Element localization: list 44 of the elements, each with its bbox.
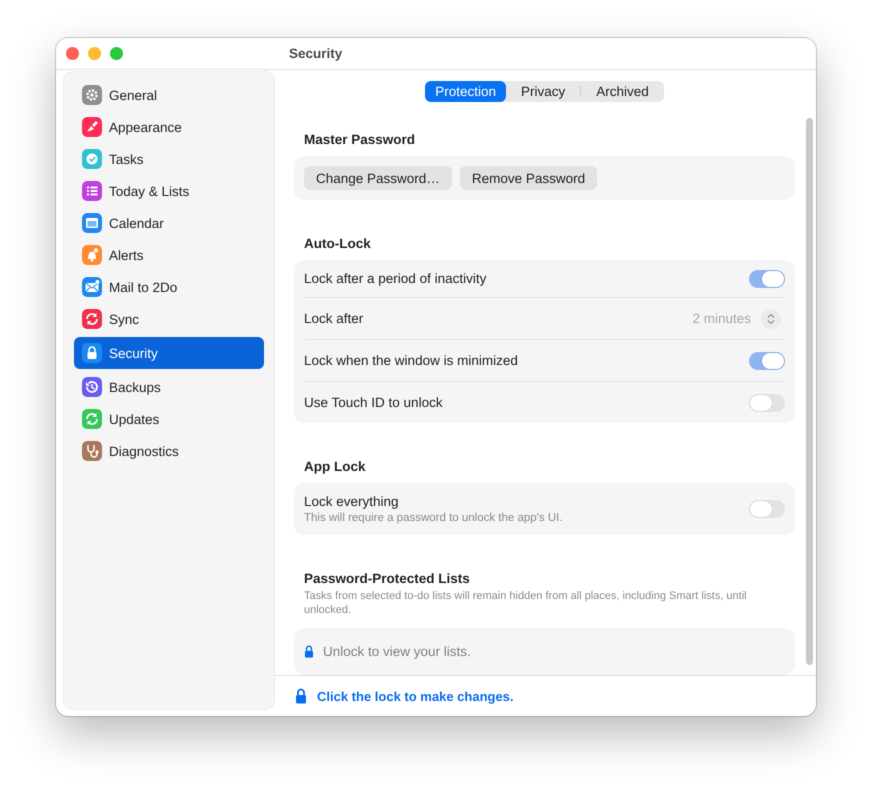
chevron-up-down-icon bbox=[767, 312, 775, 325]
sidebar-item[interactable]: Sync bbox=[74, 305, 264, 333]
minimize-button[interactable] bbox=[88, 47, 101, 60]
toggle-switch[interactable] bbox=[749, 394, 785, 412]
stepper-button[interactable] bbox=[761, 308, 781, 329]
section-title: Master Password bbox=[304, 132, 416, 148]
zoom-button[interactable] bbox=[110, 47, 123, 60]
tab[interactable]: Privacy bbox=[506, 81, 580, 102]
padlock-icon[interactable] bbox=[295, 688, 307, 704]
lock-icon bbox=[304, 645, 314, 658]
toggle-switch[interactable] bbox=[749, 270, 785, 288]
section-title: Auto-Lock bbox=[304, 236, 372, 252]
setting-label: Use Touch ID to unlock bbox=[304, 395, 443, 410]
section-title: App Lock bbox=[304, 459, 367, 474]
sidebar-item[interactable]: Updates bbox=[74, 405, 264, 433]
unlock-link[interactable]: Click the lock to make changes. bbox=[317, 688, 514, 704]
sidebar-item[interactable]: Today & Lists bbox=[74, 177, 264, 205]
sidebar-item[interactable]: Mail to 2Do bbox=[74, 273, 264, 301]
sidebar-item[interactable]: Backups bbox=[74, 373, 264, 401]
setting-note: This will require a password to unlock the app's UI. bbox=[304, 512, 563, 524]
setting-label: Lock when the window is minimized bbox=[304, 353, 518, 368]
stepper-value: 2 minutes bbox=[692, 311, 751, 326]
section-description: Tasks from selected to-do lists will remain hidden from all places, including Smart lists, until unlocked. bbox=[304, 589, 748, 618]
setting-label: Lock everything bbox=[304, 494, 400, 510]
sidebar-item[interactable]: Tasks bbox=[74, 145, 264, 173]
sidebar-item[interactable]: Diagnostics bbox=[74, 437, 264, 465]
password-button[interactable]: Remove Password bbox=[460, 166, 598, 190]
setting-label: Lock after bbox=[304, 311, 364, 326]
close-button[interactable] bbox=[66, 47, 79, 60]
sidebar-item[interactable]: Alerts bbox=[74, 241, 264, 269]
locked-message: Unlock to view your lists. bbox=[323, 644, 471, 660]
scrollbar[interactable] bbox=[806, 118, 813, 665]
toggle-switch[interactable] bbox=[749, 500, 785, 518]
section-title: Password-Protected Lists bbox=[304, 571, 471, 586]
tab[interactable]: Archived bbox=[581, 81, 664, 102]
sidebar-item[interactable]: Security bbox=[74, 337, 264, 369]
setting-label: Lock after a period of inactivity bbox=[304, 271, 486, 286]
toggle-switch[interactable] bbox=[749, 352, 785, 370]
sidebar-item[interactable]: Calendar bbox=[74, 209, 264, 237]
tab[interactable]: Protection bbox=[425, 81, 506, 102]
sidebar-item[interactable]: General bbox=[74, 81, 264, 109]
window-title: Security bbox=[289, 46, 342, 61]
password-button[interactable]: Change Password… bbox=[304, 166, 452, 190]
sidebar-item[interactable]: Appearance bbox=[74, 113, 264, 141]
